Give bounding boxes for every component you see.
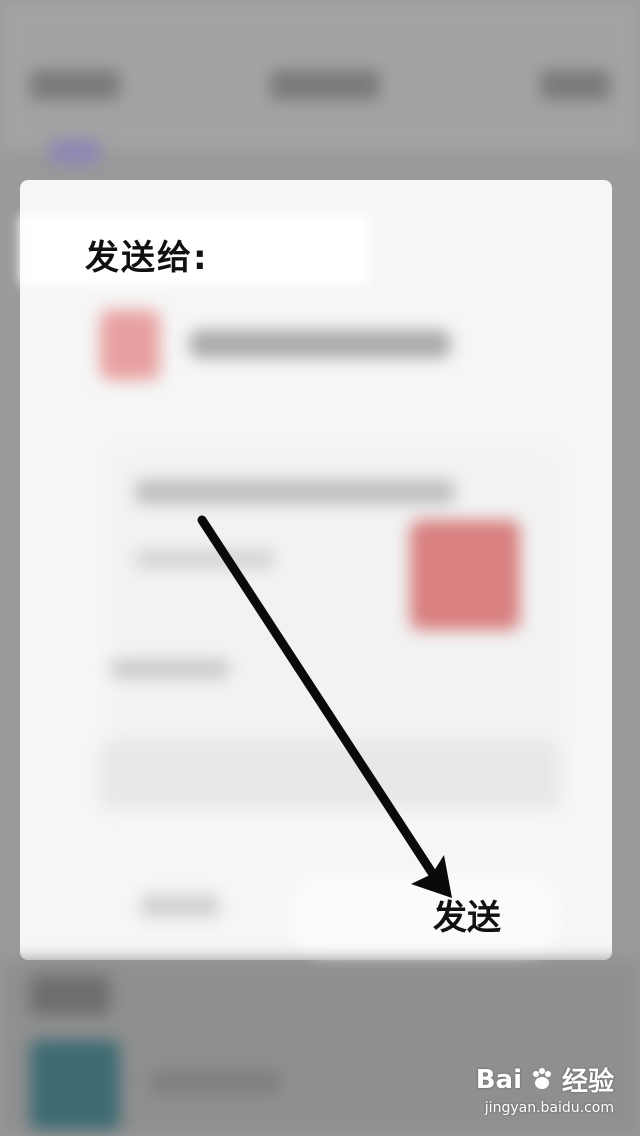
- top-bar-back-button[interactable]: [30, 70, 120, 100]
- cancel-button[interactable]: [140, 895, 220, 917]
- top-bar-title: [270, 70, 380, 100]
- card-title: [135, 480, 455, 504]
- share-dialog: [20, 180, 612, 960]
- card-subtitle: [135, 550, 275, 568]
- recipient-avatar: [100, 310, 160, 380]
- chat-item-avatar-top: [30, 975, 110, 1015]
- top-bar-action-button[interactable]: [540, 70, 610, 100]
- chat-item-avatar: [30, 1040, 120, 1130]
- baidu-jingyan-watermark: Bai 经验 jingyan.baidu.com: [475, 1061, 614, 1117]
- send-button[interactable]: 发送: [433, 890, 501, 939]
- watermark-brand-right: 经验: [561, 1067, 614, 1097]
- recipient-name: [190, 330, 450, 358]
- send-to-label: 发送给:: [85, 238, 209, 278]
- send-button-mask: [290, 870, 560, 960]
- watermark-brand-left: Bai: [475, 1064, 522, 1095]
- watermark-url: jingyan.baidu.com: [484, 1100, 614, 1116]
- message-input[interactable]: [100, 740, 560, 810]
- app-tag: [50, 140, 100, 164]
- chat-item-name: [150, 1070, 280, 1094]
- dialog-content-blurred: [20, 180, 612, 960]
- app-top-bar: [0, 0, 640, 150]
- paw-icon: [532, 1067, 551, 1089]
- card-footer-text: [110, 660, 230, 678]
- card-thumbnail: [410, 520, 520, 630]
